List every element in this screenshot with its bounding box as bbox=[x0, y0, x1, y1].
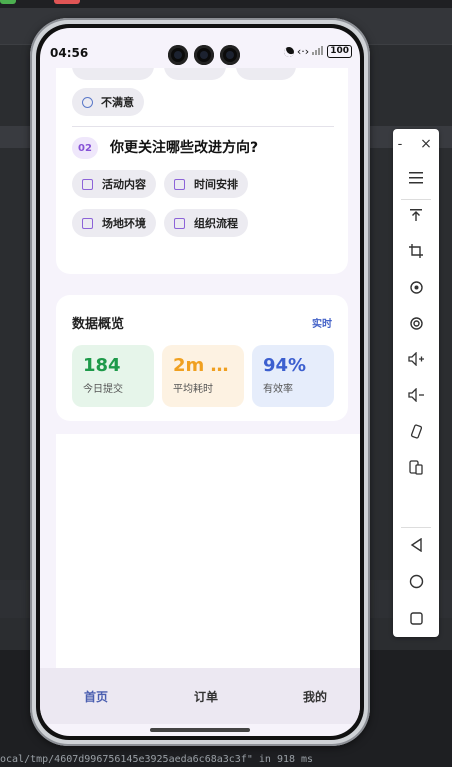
stat-value: 184 bbox=[83, 355, 121, 376]
rotate-icon[interactable] bbox=[393, 272, 439, 302]
status-time: 04:56 bbox=[50, 46, 89, 60]
record-icon[interactable] bbox=[393, 308, 439, 338]
option-chip-partial[interactable] bbox=[164, 68, 226, 80]
battery-icon: 100 bbox=[327, 45, 352, 58]
stat-value: 94% bbox=[263, 355, 307, 376]
question-number-badge: 02 bbox=[72, 137, 98, 159]
crop-screenshot-icon[interactable] bbox=[393, 236, 439, 266]
checkbox-icon bbox=[82, 217, 93, 229]
option-label: 组织流程 bbox=[194, 217, 238, 230]
tab-home[interactable]: 首页 bbox=[84, 688, 108, 705]
stat-label: 有效率 bbox=[263, 384, 293, 395]
camera-lens-icon bbox=[168, 45, 188, 65]
ide-console-output: ocal/tmp/4607d996756145e3925aeda6c68a3c3… bbox=[0, 754, 314, 765]
camera-lens-icon bbox=[220, 45, 240, 65]
realtime-link[interactable]: 实时 bbox=[312, 315, 332, 330]
radio-icon bbox=[82, 96, 93, 108]
option-venue-environment[interactable]: 场地环境 bbox=[72, 209, 156, 237]
tab-profile[interactable]: 我的 bbox=[303, 688, 327, 705]
option-organization-process[interactable]: 组织流程 bbox=[164, 209, 248, 237]
home-indicator[interactable] bbox=[150, 728, 250, 732]
stat-valid-rate: 94% 有效率 bbox=[252, 345, 334, 407]
question-divider bbox=[72, 126, 334, 127]
toolbar-separator bbox=[401, 527, 431, 528]
survey-card: 不满意 02 你更关注哪些改进方向? 活动内容 时间安排 场地环境 组织流程 bbox=[56, 68, 348, 274]
stat-today-submissions: 184 今日提交 bbox=[72, 345, 154, 407]
ide-top-bar bbox=[0, 0, 452, 8]
signal-icon bbox=[312, 45, 324, 58]
network-icon: ‹·› bbox=[296, 45, 310, 58]
home-icon[interactable] bbox=[393, 566, 439, 596]
stat-label: 平均耗时 bbox=[173, 384, 213, 395]
ide-tab-indicator-red[interactable] bbox=[54, 0, 80, 4]
stat-average-duration: 2m … 平均耗时 bbox=[162, 345, 244, 407]
overview-icon[interactable] bbox=[393, 603, 439, 633]
close-button[interactable]: × bbox=[411, 129, 441, 159]
phone-frame: 04:56 ‹·› 100 不满意 02 你更关注哪些改进方向? 活动内容 时间… bbox=[30, 18, 370, 746]
option-label: 场地环境 bbox=[102, 217, 146, 230]
bottom-tab-bar: 首页 订单 我的 bbox=[40, 668, 360, 724]
ide-tab-indicator-green[interactable] bbox=[0, 0, 16, 4]
status-icons: ‹·› 100 bbox=[282, 45, 352, 58]
option-dissatisfied[interactable]: 不满意 bbox=[72, 88, 144, 116]
volume-up-icon[interactable] bbox=[393, 344, 439, 374]
question-title: 你更关注哪些改进方向? bbox=[110, 140, 259, 156]
option-time-schedule[interactable]: 时间安排 bbox=[164, 170, 248, 198]
moon-icon bbox=[282, 45, 296, 58]
option-chip-partial[interactable] bbox=[236, 68, 296, 80]
overview-title: 数据概览 bbox=[72, 317, 125, 332]
checkbox-icon bbox=[174, 178, 185, 190]
phone-bezel: 04:56 ‹·› 100 不满意 02 你更关注哪些改进方向? 活动内容 时间… bbox=[36, 24, 364, 740]
data-overview-card: 数据概览 实时 184 今日提交 2m … 平均耗时 94% 有效率 bbox=[56, 295, 348, 421]
option-label: 活动内容 bbox=[102, 178, 146, 191]
option-chip-partial[interactable] bbox=[72, 68, 154, 80]
rotate-device-icon[interactable] bbox=[393, 416, 439, 446]
option-label: 时间安排 bbox=[194, 178, 238, 191]
pin-top-icon[interactable] bbox=[393, 200, 439, 230]
volume-down-icon[interactable] bbox=[393, 380, 439, 410]
emulator-toolbar: - × bbox=[393, 129, 439, 637]
phone-screen: 04:56 ‹·› 100 不满意 02 你更关注哪些改进方向? 活动内容 时间… bbox=[40, 28, 360, 736]
back-icon[interactable] bbox=[393, 530, 439, 560]
multi-device-icon[interactable] bbox=[393, 452, 439, 482]
option-label: 不满意 bbox=[101, 96, 134, 109]
checkbox-icon bbox=[82, 178, 93, 190]
blank-content-area bbox=[56, 434, 360, 668]
status-bar: 04:56 ‹·› 100 bbox=[40, 28, 360, 68]
camera-lens-icon bbox=[194, 45, 214, 65]
menu-icon[interactable] bbox=[393, 163, 439, 193]
tab-orders[interactable]: 订单 bbox=[194, 688, 218, 705]
page-content[interactable]: 不满意 02 你更关注哪些改进方向? 活动内容 时间安排 场地环境 组织流程 数… bbox=[40, 68, 360, 668]
option-activity-content[interactable]: 活动内容 bbox=[72, 170, 156, 198]
checkbox-icon bbox=[174, 217, 185, 229]
stat-label: 今日提交 bbox=[83, 384, 123, 395]
stat-value: 2m … bbox=[173, 355, 229, 376]
